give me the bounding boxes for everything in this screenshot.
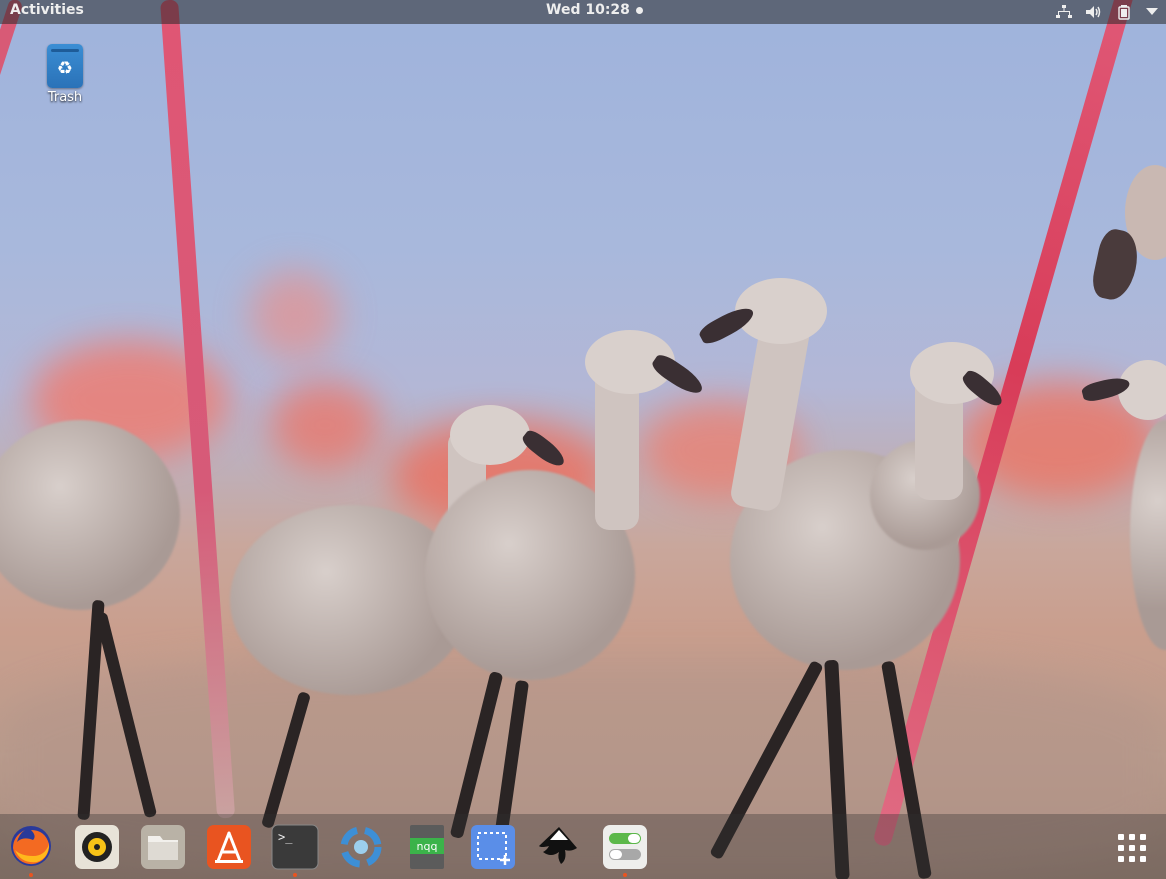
screenshot-icon bbox=[471, 825, 515, 869]
running-indicator bbox=[623, 873, 627, 877]
network-icon[interactable] bbox=[1056, 5, 1072, 19]
desktop-icon-trash[interactable]: ♻ Trash bbox=[44, 44, 86, 105]
shotwell-icon bbox=[340, 826, 382, 868]
system-menu-arrow-icon[interactable] bbox=[1146, 8, 1158, 16]
desktop-wallpaper bbox=[0, 0, 1166, 879]
dock-app-terminal[interactable]: >_ bbox=[271, 824, 319, 877]
dock-app-shotwell[interactable] bbox=[337, 824, 385, 870]
system-tray[interactable] bbox=[1056, 0, 1158, 24]
notepadqq-icon: nqq bbox=[410, 825, 444, 869]
desktop-icon-label: Trash bbox=[47, 90, 83, 105]
clock-text: Wed 10:28 bbox=[546, 2, 630, 18]
terminal-icon: >_ bbox=[271, 824, 319, 870]
show-applications-button[interactable] bbox=[1112, 831, 1152, 871]
running-indicator bbox=[29, 873, 33, 877]
activities-button[interactable]: Activities bbox=[10, 2, 84, 18]
software-icon bbox=[207, 825, 251, 869]
tweaks-icon bbox=[603, 825, 647, 869]
dock-app-files[interactable] bbox=[139, 824, 187, 870]
dock: >_ nqq bbox=[0, 814, 1166, 879]
notification-dot-icon bbox=[635, 6, 643, 14]
dock-app-firefox[interactable] bbox=[7, 824, 55, 877]
dock-app-rhythmbox[interactable] bbox=[73, 824, 121, 870]
dock-app-software[interactable] bbox=[205, 824, 253, 870]
dock-app-nqq[interactable]: nqq bbox=[403, 824, 451, 870]
dock-app-tweaks[interactable] bbox=[601, 824, 649, 877]
svg-text:>_: >_ bbox=[278, 830, 293, 844]
clock-button[interactable]: Wed 10:28 bbox=[546, 2, 643, 18]
inkscape-icon bbox=[539, 827, 577, 864]
files-icon bbox=[141, 825, 185, 869]
volume-icon[interactable] bbox=[1086, 5, 1102, 19]
firefox-icon bbox=[11, 826, 51, 866]
svg-text:nqq: nqq bbox=[417, 840, 438, 853]
top-bar: Activities Wed 10:28 bbox=[0, 0, 1166, 24]
dock-app-inkscape[interactable] bbox=[535, 824, 583, 870]
trash-icon: ♻ bbox=[47, 44, 83, 88]
rhythmbox-icon bbox=[75, 825, 119, 869]
battery-icon[interactable] bbox=[1116, 4, 1132, 20]
dock-app-screenshot[interactable] bbox=[469, 824, 517, 870]
running-indicator bbox=[293, 873, 297, 877]
